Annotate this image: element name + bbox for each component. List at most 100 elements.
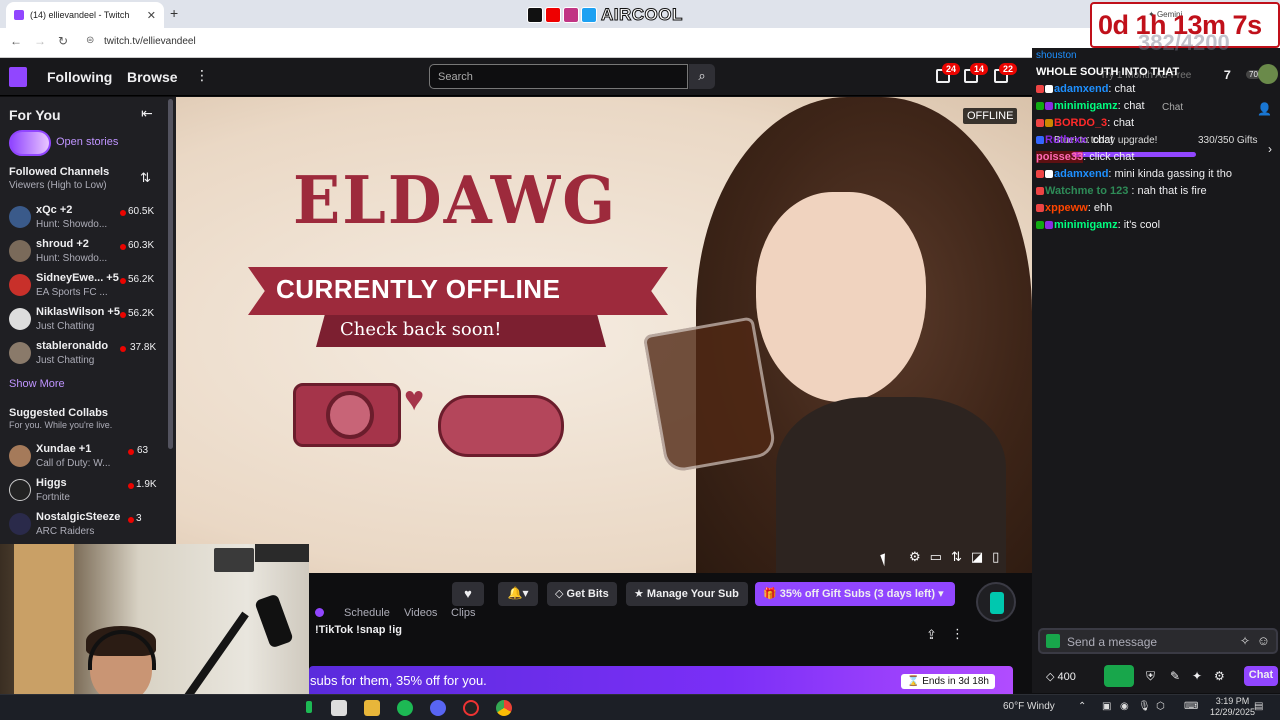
- close-tab-icon[interactable]: ✕: [147, 9, 156, 22]
- emote-picker-icon[interactable]: ☺: [1257, 633, 1270, 648]
- sidebar-scrollbar[interactable]: [168, 99, 173, 449]
- new-tab-icon[interactable]: +: [170, 5, 178, 21]
- chat-message-user[interactable]: Ruthrxx: [1045, 134, 1087, 146]
- sidebar-item-channel[interactable]: SidneyEwe... +5 EA Sports FC ... 56.2K: [0, 269, 176, 303]
- tab-clips[interactable]: Clips: [451, 607, 475, 619]
- notifications-bell-button[interactable]: 🔔▾: [498, 582, 538, 606]
- tab-schedule[interactable]: Schedule: [344, 607, 390, 619]
- pen-icon[interactable]: ✎: [1170, 669, 1180, 683]
- tab-videos[interactable]: Videos: [404, 607, 437, 619]
- sidebar-item-channel[interactable]: xQc +2 Hunt: Showdo... 60.5K: [0, 201, 176, 235]
- sidebar-item-collab[interactable]: NostalgicSteeze ARC Raiders 3: [0, 508, 176, 542]
- sidebar-item-collab[interactable]: Xundae +1 Call of Duty: W... 63: [0, 440, 176, 474]
- badge-icon: [1036, 119, 1044, 127]
- get-bits-button[interactable]: ◇ Get Bits: [547, 582, 617, 606]
- weather-widget[interactable]: 60°F Windy: [1003, 701, 1055, 712]
- clip-icon[interactable]: ⇅: [951, 549, 962, 565]
- bits-icon[interactable]: [1046, 634, 1060, 648]
- chat-message-user[interactable]: BORDO_3: [1054, 117, 1107, 129]
- chevron-right-icon[interactable]: ›: [1268, 142, 1272, 156]
- banner-subtext: Check back soon!: [340, 319, 502, 340]
- taskbar-clock[interactable]: 3:19 PM 12/29/2025: [1210, 696, 1255, 718]
- shield-icon[interactable]: ⛨: [1146, 669, 1155, 684]
- manage-sub-button[interactable]: ★ Manage Your Sub: [626, 582, 748, 606]
- channel-name: xQc +2: [36, 204, 73, 216]
- badge-icon: [1036, 136, 1044, 144]
- keyboard-icon[interactable]: ⌨: [1184, 701, 1198, 712]
- chat-message-user[interactable]: minimigamz: [1054, 219, 1118, 231]
- chat-message-input[interactable]: Send a message ✧ ☺: [1038, 628, 1278, 654]
- tray-app-icon[interactable]: ◉: [1120, 701, 1129, 712]
- forward-icon[interactable]: →: [34, 34, 46, 48]
- channel-points[interactable]: ◇ 400: [1046, 670, 1076, 683]
- avatar: [9, 513, 31, 535]
- chat-message-text: chat: [1114, 83, 1136, 95]
- browser-tab[interactable]: (14) ellievandeel - Twitch ✕: [6, 2, 164, 28]
- nav-browse[interactable]: Browse: [127, 69, 178, 85]
- clock-date: 12/29/2025: [1210, 707, 1256, 717]
- microphone-tray-icon[interactable]: 🎙: [1138, 701, 1151, 712]
- share-icon[interactable]: ⇪: [926, 627, 937, 643]
- stories-avatar[interactable]: [9, 130, 51, 156]
- gift-promo-icon[interactable]: [976, 582, 1016, 622]
- sidebar-item-channel[interactable]: stableronaldo Just Chatting 37.8K: [0, 337, 176, 371]
- taskbar-partial-icon[interactable]: [306, 701, 312, 713]
- youtube-logo-icon: [545, 7, 561, 23]
- notifications-icon[interactable]: ▤: [1254, 701, 1263, 712]
- chat-message: BORDO_3: chat: [1036, 117, 1134, 129]
- tray-app-icon[interactable]: ⬡: [1156, 701, 1165, 712]
- discord-icon[interactable]: [430, 700, 446, 716]
- tray-app-icon[interactable]: ▣: [1102, 701, 1111, 712]
- fullscreen-icon[interactable]: ▯: [992, 549, 999, 565]
- file-explorer-icon[interactable]: [364, 700, 380, 716]
- spotify-icon[interactable]: [397, 700, 413, 716]
- follow-heart-button[interactable]: ♥: [452, 582, 484, 606]
- url-text[interactable]: twitch.tv/ellievandeel: [104, 36, 196, 47]
- search-input[interactable]: Search: [429, 64, 688, 89]
- sidebar-item-collab[interactable]: Higgs Fortnite 1.9K: [0, 474, 176, 508]
- sidebar-item-channel[interactable]: NiklasWilson +5 Just Chatting 56.2K: [0, 303, 176, 337]
- turbo-icon[interactable]: 𝟕: [1224, 68, 1231, 83]
- miniplayer-icon[interactable]: ◪: [971, 549, 983, 565]
- gift-subs-button[interactable]: 🎁 35% off Gift Subs (3 days left) ▾: [755, 582, 955, 606]
- user-avatar[interactable]: [1258, 64, 1278, 84]
- viewer-count: 56.2K: [128, 308, 155, 319]
- collapse-sidebar-icon[interactable]: ⇤: [141, 105, 153, 122]
- back-icon[interactable]: ←: [10, 34, 22, 48]
- badge-icon: [1036, 204, 1044, 212]
- chat-message-user[interactable]: poisse33: [1036, 151, 1084, 163]
- show-more-link[interactable]: Show More: [9, 378, 65, 390]
- chrome-icon[interactable]: [496, 700, 512, 716]
- chat-message-user[interactable]: Watchme to 123: [1045, 185, 1131, 197]
- chat-message-user[interactable]: adamxend: [1054, 168, 1108, 180]
- chat-message: Ruthrxx: chat: [1036, 134, 1113, 146]
- chat-message-user[interactable]: minimigamz: [1054, 100, 1118, 112]
- sort-icon[interactable]: ⇅: [140, 170, 151, 186]
- site-info-icon[interactable]: ⊜: [86, 35, 94, 46]
- search-icon[interactable]: ⌕: [689, 64, 715, 89]
- offline-banner-player[interactable]: ELDAWG CURRENTLY OFFLINE Check back soon…: [176, 97, 1032, 573]
- obs-icon[interactable]: [463, 700, 479, 716]
- chat-message-user[interactable]: shouston: [1036, 50, 1077, 61]
- sparkle-icon[interactable]: ✧: [1240, 634, 1250, 648]
- chat-message-user[interactable]: xppeww: [1045, 202, 1088, 214]
- more-menu-icon[interactable]: ⋮: [195, 67, 209, 84]
- claim-points-icon[interactable]: [1104, 665, 1134, 687]
- nav-following[interactable]: Following: [47, 69, 112, 85]
- wand-icon[interactable]: ✦: [1192, 669, 1202, 683]
- tray-chevron-icon[interactable]: ⌃: [1078, 701, 1086, 712]
- reload-icon[interactable]: ↻: [58, 34, 68, 48]
- twitch-logo-icon[interactable]: [9, 67, 27, 87]
- chat-send-button[interactable]: Chat: [1244, 666, 1278, 686]
- chat-message-user[interactable]: adamxend: [1054, 83, 1108, 95]
- sidebar-item-channel[interactable]: shroud +2 Hunt: Showdo... 60.3K: [0, 235, 176, 269]
- gift-sub-promo-banner[interactable]: subs for them, 35% off for you. ⌛ Ends i…: [309, 666, 1013, 694]
- settings-gear-icon[interactable]: ⚙: [1214, 669, 1225, 683]
- webcam-overlay: [0, 544, 309, 695]
- open-stories-link[interactable]: Open stories: [56, 136, 118, 148]
- chat-users-icon[interactable]: 👤: [1257, 102, 1272, 116]
- settings-gear-icon[interactable]: ⚙: [909, 549, 921, 565]
- theatre-mode-icon[interactable]: ▭: [930, 549, 942, 565]
- store-icon[interactable]: [331, 700, 347, 716]
- more-options-icon[interactable]: ⋮: [951, 626, 964, 642]
